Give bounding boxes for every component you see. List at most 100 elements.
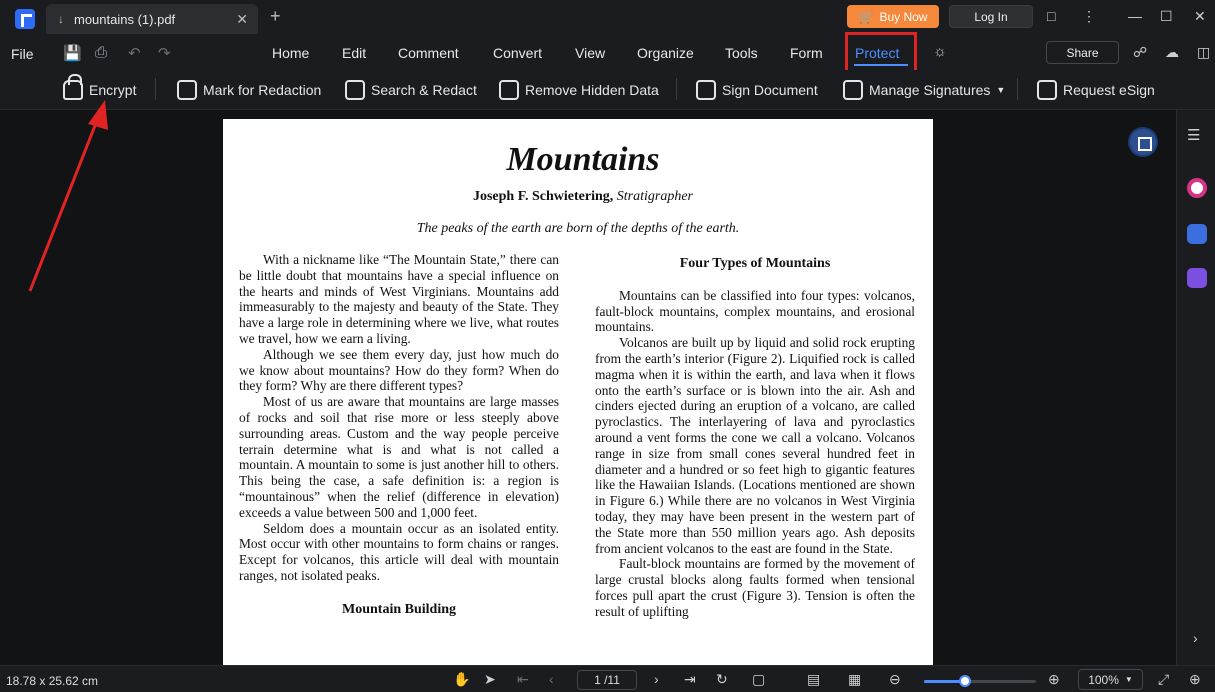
document-tab[interactable]: ↓ mountains (1).pdf ✕: [46, 4, 258, 34]
feedback-icon[interactable]: □: [1047, 8, 1055, 24]
remove-hidden-data-button[interactable]: Remove Hidden Data: [499, 76, 659, 104]
minimize-icon[interactable]: —: [1128, 8, 1142, 24]
first-page-icon[interactable]: ⇤: [517, 671, 529, 688]
protect-toolbar: Encrypt Mark for Redaction Search & Reda…: [0, 70, 1215, 110]
rotate-icon[interactable]: ↻: [716, 671, 728, 688]
undo-icon[interactable]: ↶: [128, 44, 141, 62]
search-redact-button[interactable]: Search & Redact: [345, 76, 477, 104]
chevron-right-icon[interactable]: ›: [1193, 630, 1198, 646]
display-mode-icon[interactable]: ▦: [848, 671, 861, 688]
encrypt-button[interactable]: Encrypt: [63, 74, 137, 104]
zoom-level-value: 100%: [1088, 672, 1119, 687]
print-icon[interactable]: ⎙: [95, 44, 107, 61]
title-bar: ↓ mountains (1).pdf ✕ + 🛒 Buy Now Log In…: [0, 0, 1215, 36]
paragraph: Mountains can be classified into four ty…: [595, 287, 915, 335]
paragraph: Fault-block mountains are formed by the …: [595, 556, 915, 619]
login-button[interactable]: Log In: [949, 5, 1033, 28]
lightbulb-icon[interactable]: ☼: [933, 43, 947, 60]
menu-home[interactable]: Home: [272, 45, 309, 61]
new-tab-icon[interactable]: +: [270, 6, 281, 27]
save-icon[interactable]: 💾: [63, 44, 82, 62]
chevron-down-icon: ▼: [996, 85, 1006, 95]
encrypt-label: Encrypt: [89, 82, 137, 98]
zoom-in-icon[interactable]: ⊕: [1048, 671, 1060, 688]
signatures-icon: [843, 80, 863, 100]
mark-redaction-button[interactable]: Mark for Redaction: [177, 76, 321, 104]
last-page-icon[interactable]: ⇥: [684, 671, 696, 688]
menu-view[interactable]: View: [575, 45, 605, 61]
maximize-icon[interactable]: ☐: [1160, 8, 1173, 25]
checklist-icon[interactable]: [1187, 268, 1207, 288]
buy-now-button[interactable]: 🛒 Buy Now: [847, 5, 939, 28]
file-menu[interactable]: File: [11, 46, 34, 62]
right-column: Four Types of Mountains Mountains can be…: [595, 256, 915, 620]
redo-icon[interactable]: ↷: [158, 44, 171, 62]
menu-comment[interactable]: Comment: [398, 45, 459, 61]
section-heading: Four Types of Mountains: [679, 256, 831, 271]
request-esign-label: Request eSign: [1063, 82, 1155, 98]
remove-data-icon: [499, 80, 519, 100]
network-icon[interactable]: ☍: [1133, 44, 1147, 61]
buy-now-label: Buy Now: [879, 9, 928, 24]
author-role: Stratigrapher: [616, 189, 693, 204]
menu-tools[interactable]: Tools: [725, 45, 758, 61]
menu-edit[interactable]: Edit: [342, 45, 366, 61]
close-icon[interactable]: ✕: [236, 11, 248, 28]
zoom-out-icon[interactable]: ⊖: [889, 671, 901, 688]
pdf-page[interactable]: Mountains Joseph F. Schwietering, Strati…: [223, 119, 933, 665]
sign-document-label: Sign Document: [722, 82, 818, 98]
paragraph: Most of us are aware that mountains are …: [239, 394, 559, 520]
share-button[interactable]: Share: [1046, 41, 1119, 64]
cloud-upload-icon[interactable]: ☁: [1165, 44, 1179, 61]
menu-convert[interactable]: Convert: [493, 45, 542, 61]
sign-document-button[interactable]: Sign Document: [696, 76, 818, 104]
collapse-icon[interactable]: ⊕: [1189, 671, 1201, 688]
translate-icon[interactable]: [1187, 224, 1207, 244]
panel-icon[interactable]: ◫: [1197, 44, 1210, 61]
author-name: Joseph F. Schwietering,: [472, 189, 614, 204]
esign-icon: [1037, 80, 1057, 100]
cart-icon: 🛒: [858, 9, 874, 24]
document-title: Mountains: [506, 141, 660, 178]
fit-page-icon[interactable]: ▢: [752, 671, 765, 688]
mark-redaction-label: Mark for Redaction: [203, 82, 322, 98]
next-page-icon[interactable]: ›: [654, 671, 659, 687]
page-fit-icon[interactable]: [1128, 127, 1158, 157]
toolbar-divider: [155, 78, 156, 100]
menu-organize[interactable]: Organize: [637, 45, 694, 61]
page-dimensions: 18.78 x 25.62 cm: [6, 674, 99, 688]
manage-signatures-label: Manage Signatures: [869, 82, 991, 98]
page-number-field[interactable]: 1 /11: [577, 670, 637, 690]
section-heading: Mountain Building: [342, 601, 456, 617]
zoom-level-select[interactable]: 100% ▼: [1078, 669, 1143, 690]
request-esign-button[interactable]: Request eSign: [1037, 76, 1155, 104]
window-close-icon[interactable]: ✕: [1194, 8, 1206, 25]
zoom-slider[interactable]: [924, 680, 1036, 683]
chevron-down-icon: ▼: [1124, 675, 1133, 684]
left-column: With a nickname like “The Mountain State…: [239, 252, 559, 634]
lock-icon: [63, 74, 83, 100]
zoom-slider-handle[interactable]: [959, 675, 972, 687]
tab-collapse-icon[interactable]: ↓: [58, 12, 64, 26]
select-tool-icon[interactable]: ➤: [484, 671, 496, 688]
remove-hidden-label: Remove Hidden Data: [525, 82, 659, 98]
hand-tool-icon[interactable]: ✋: [453, 671, 470, 688]
settings-sliders-icon[interactable]: ☰: [1187, 126, 1207, 146]
document-author: Joseph F. Schwietering, Stratigrapher: [223, 189, 933, 205]
search-redact-label: Search & Redact: [371, 82, 477, 98]
paragraph: Seldom does a mountain occur as an isola…: [239, 520, 559, 583]
manage-signatures-button[interactable]: Manage Signatures ▼: [843, 76, 1005, 104]
ai-assistant-icon[interactable]: [1187, 178, 1207, 198]
toolbar-divider: [676, 78, 677, 100]
protect-highlight-box: [845, 32, 917, 75]
menu-bar: File 💾 ⎙ ↶ ↷ Home Edit Comment Convert V…: [0, 36, 1215, 70]
menu-form[interactable]: Form: [790, 45, 823, 61]
app-logo-icon: [15, 9, 35, 29]
fullscreen-icon[interactable]: ⤢: [1158, 671, 1169, 688]
page-layout-icon[interactable]: ▤: [807, 671, 820, 688]
more-icon[interactable]: ⋮: [1082, 8, 1096, 25]
tab-title: mountains (1).pdf: [74, 11, 176, 27]
redaction-icon: [177, 80, 197, 100]
right-sidebar: ☰: [1176, 110, 1215, 665]
previous-page-icon[interactable]: ‹: [549, 671, 554, 687]
